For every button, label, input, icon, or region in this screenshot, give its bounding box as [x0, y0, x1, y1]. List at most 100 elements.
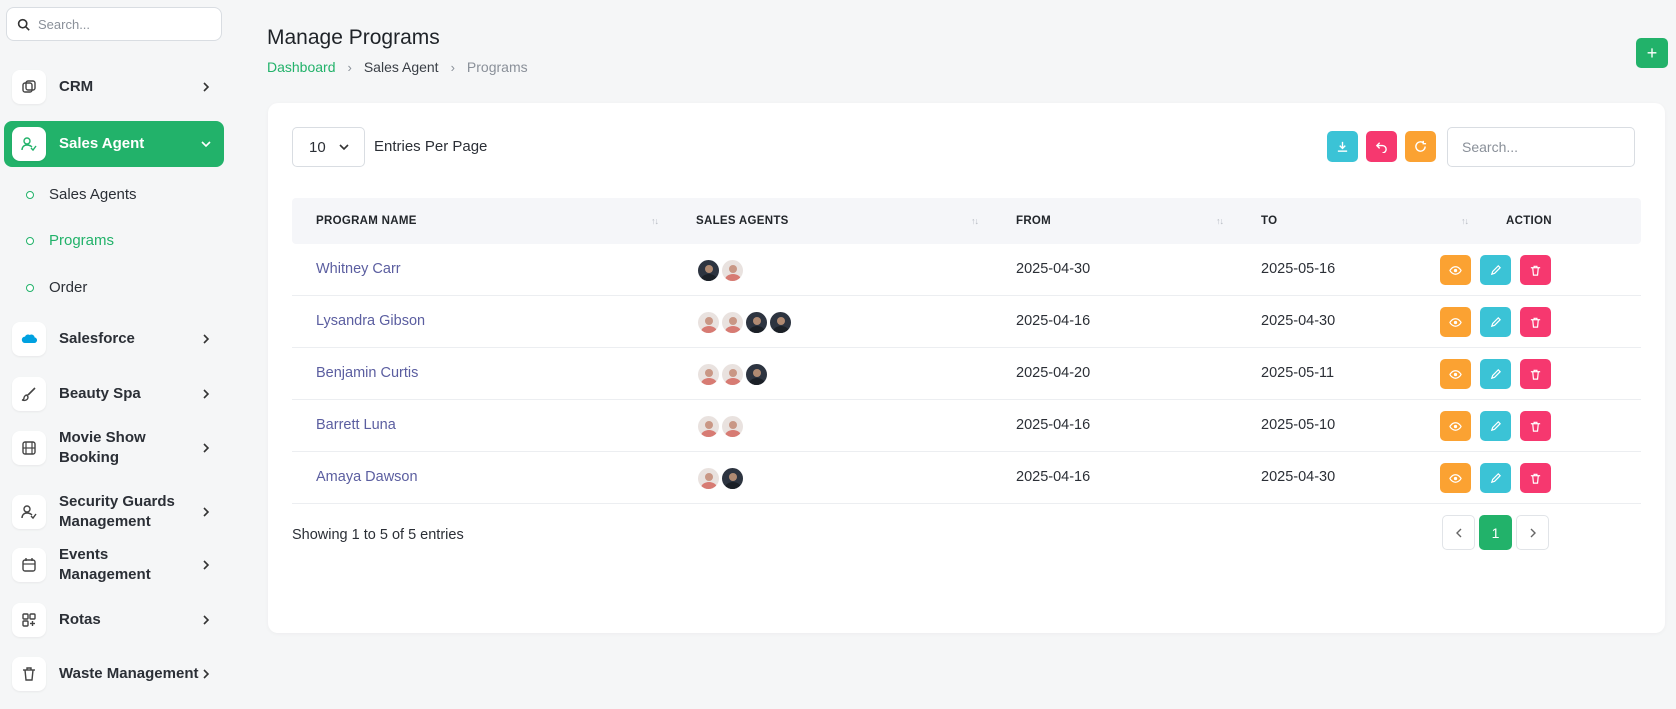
view-button[interactable] [1440, 411, 1471, 441]
view-button[interactable] [1440, 463, 1471, 493]
program-name-link[interactable]: Barrett Luna [316, 417, 396, 433]
col-from[interactable]: FROM [1016, 215, 1051, 227]
eye-icon [1449, 421, 1462, 431]
chevron-right-icon [203, 615, 210, 625]
eye-icon [1449, 265, 1462, 275]
sidebar-item-crm[interactable]: CRM [4, 64, 224, 110]
col-program-name[interactable]: PROGRAM NAME [316, 215, 417, 227]
chevron-right-icon [203, 82, 210, 92]
avatar[interactable] [768, 310, 793, 335]
view-button[interactable] [1440, 359, 1471, 389]
avatar[interactable] [696, 466, 721, 491]
table-row: Benjamin Curtis 2025-04-20 2025-05-11 [292, 348, 1641, 400]
sales-agents-avatars [696, 258, 745, 283]
avatar[interactable] [696, 310, 721, 335]
sales-agents-avatars [696, 362, 769, 387]
sidebar-item-events-management[interactable]: Events Management [4, 542, 224, 588]
program-name-link[interactable]: Whitney Carr [316, 261, 401, 277]
table-row: Barrett Luna 2025-04-16 2025-05-10 [292, 400, 1641, 452]
program-name-link[interactable]: Amaya Dawson [316, 469, 418, 485]
col-sales-agents[interactable]: SALES AGENTS [696, 215, 789, 227]
sidebar-subitem-programs[interactable]: Programs [26, 232, 114, 249]
sidebar-item-label: CRM [59, 78, 94, 95]
breadcrumb-sales-agent[interactable]: Sales Agent [364, 59, 439, 75]
undo-button[interactable] [1366, 131, 1397, 162]
avatar[interactable] [720, 310, 745, 335]
user-check-icon [12, 127, 46, 161]
avatar[interactable] [744, 310, 769, 335]
sidebar-search[interactable] [6, 7, 222, 41]
from-date: 2025-04-16 [1016, 313, 1091, 329]
avatar[interactable] [720, 258, 745, 283]
edit-button[interactable] [1480, 359, 1511, 389]
sales-agents-avatars [696, 414, 745, 439]
delete-button[interactable] [1520, 307, 1551, 337]
avatar[interactable] [696, 258, 721, 283]
avatar[interactable] [744, 362, 769, 387]
sidebar-item-movie-show-booking[interactable]: Movie Show Booking [4, 425, 224, 471]
avatar[interactable] [720, 466, 745, 491]
sort-icon[interactable]: ↑↓ [971, 216, 979, 226]
edit-button[interactable] [1480, 255, 1511, 285]
page-button-1[interactable]: 1 [1479, 515, 1512, 550]
delete-button[interactable] [1520, 411, 1551, 441]
add-program-button[interactable]: + [1636, 38, 1668, 68]
download-icon [1337, 141, 1348, 152]
sidebar-item-waste-management[interactable]: Waste Management [4, 651, 224, 697]
sort-icon[interactable]: ↑↓ [651, 216, 659, 226]
col-action: ACTION [1506, 215, 1552, 227]
sidebar-item-label: Security Guards Management [59, 493, 175, 530]
sidebar-item-rotas[interactable]: Rotas [4, 597, 224, 643]
sidebar-item-sales-agent[interactable]: Sales Agent [4, 121, 224, 167]
sidebar-search-input[interactable] [38, 16, 208, 32]
view-button[interactable] [1440, 307, 1471, 337]
sidebar-item-label: Rotas [59, 611, 101, 628]
delete-button[interactable] [1520, 359, 1551, 389]
edit-button[interactable] [1480, 411, 1511, 441]
sidebar-item-label: Salesforce [59, 330, 135, 347]
bullet-icon [26, 283, 34, 292]
edit-button[interactable] [1480, 307, 1511, 337]
delete-button[interactable] [1520, 463, 1551, 493]
table-search-input[interactable] [1447, 127, 1635, 167]
next-page-button[interactable] [1516, 515, 1549, 550]
delete-button[interactable] [1520, 255, 1551, 285]
sidebar-item-label: Beauty Spa [59, 385, 141, 402]
bullet-icon [26, 236, 34, 245]
pencil-icon [1490, 420, 1501, 431]
sidebar-item-label: Waste Management [59, 665, 199, 682]
sidebar-item-security-guards[interactable]: Security Guards Management [4, 485, 224, 539]
from-date: 2025-04-30 [1016, 261, 1091, 277]
sales-agents-avatars [696, 310, 793, 335]
view-button[interactable] [1440, 255, 1471, 285]
to-date: 2025-04-30 [1261, 313, 1336, 329]
refresh-button[interactable] [1405, 131, 1436, 162]
sort-icon[interactable]: ↑↓ [1461, 216, 1469, 226]
avatar[interactable] [720, 414, 745, 439]
export-button[interactable] [1327, 131, 1358, 162]
sidebar-item-salesforce[interactable]: Salesforce [4, 316, 224, 362]
col-to[interactable]: TO [1261, 215, 1277, 227]
edit-button[interactable] [1480, 463, 1511, 493]
table-row: Amaya Dawson 2025-04-16 2025-04-30 [292, 452, 1641, 504]
avatar[interactable] [720, 362, 745, 387]
program-name-link[interactable]: Benjamin Curtis [316, 365, 418, 381]
entries-per-page-select[interactable]: 10 [292, 127, 365, 167]
sidebar-subitem-order[interactable]: Order [26, 279, 87, 296]
sort-icon[interactable]: ↑↓ [1216, 216, 1224, 226]
program-name-link[interactable]: Lysandra Gibson [316, 313, 425, 329]
pencil-icon [1490, 472, 1501, 483]
page-title: Manage Programs [267, 26, 440, 49]
table-row: Whitney Carr 2025-04-30 2025-05-16 [292, 244, 1641, 296]
sidebar-item-beauty-spa[interactable]: Beauty Spa [4, 371, 224, 417]
prev-page-button[interactable] [1442, 515, 1475, 550]
breadcrumb-dashboard[interactable]: Dashboard [267, 59, 336, 75]
avatar[interactable] [696, 362, 721, 387]
sidebar-item-label: Sales Agent [59, 135, 145, 152]
pencil-icon [1490, 368, 1501, 379]
avatar[interactable] [696, 414, 721, 439]
trash-icon [1530, 369, 1541, 380]
eye-icon [1449, 369, 1462, 379]
pencil-icon [1490, 264, 1501, 275]
sidebar-subitem-sales-agents[interactable]: Sales Agents [26, 186, 137, 203]
